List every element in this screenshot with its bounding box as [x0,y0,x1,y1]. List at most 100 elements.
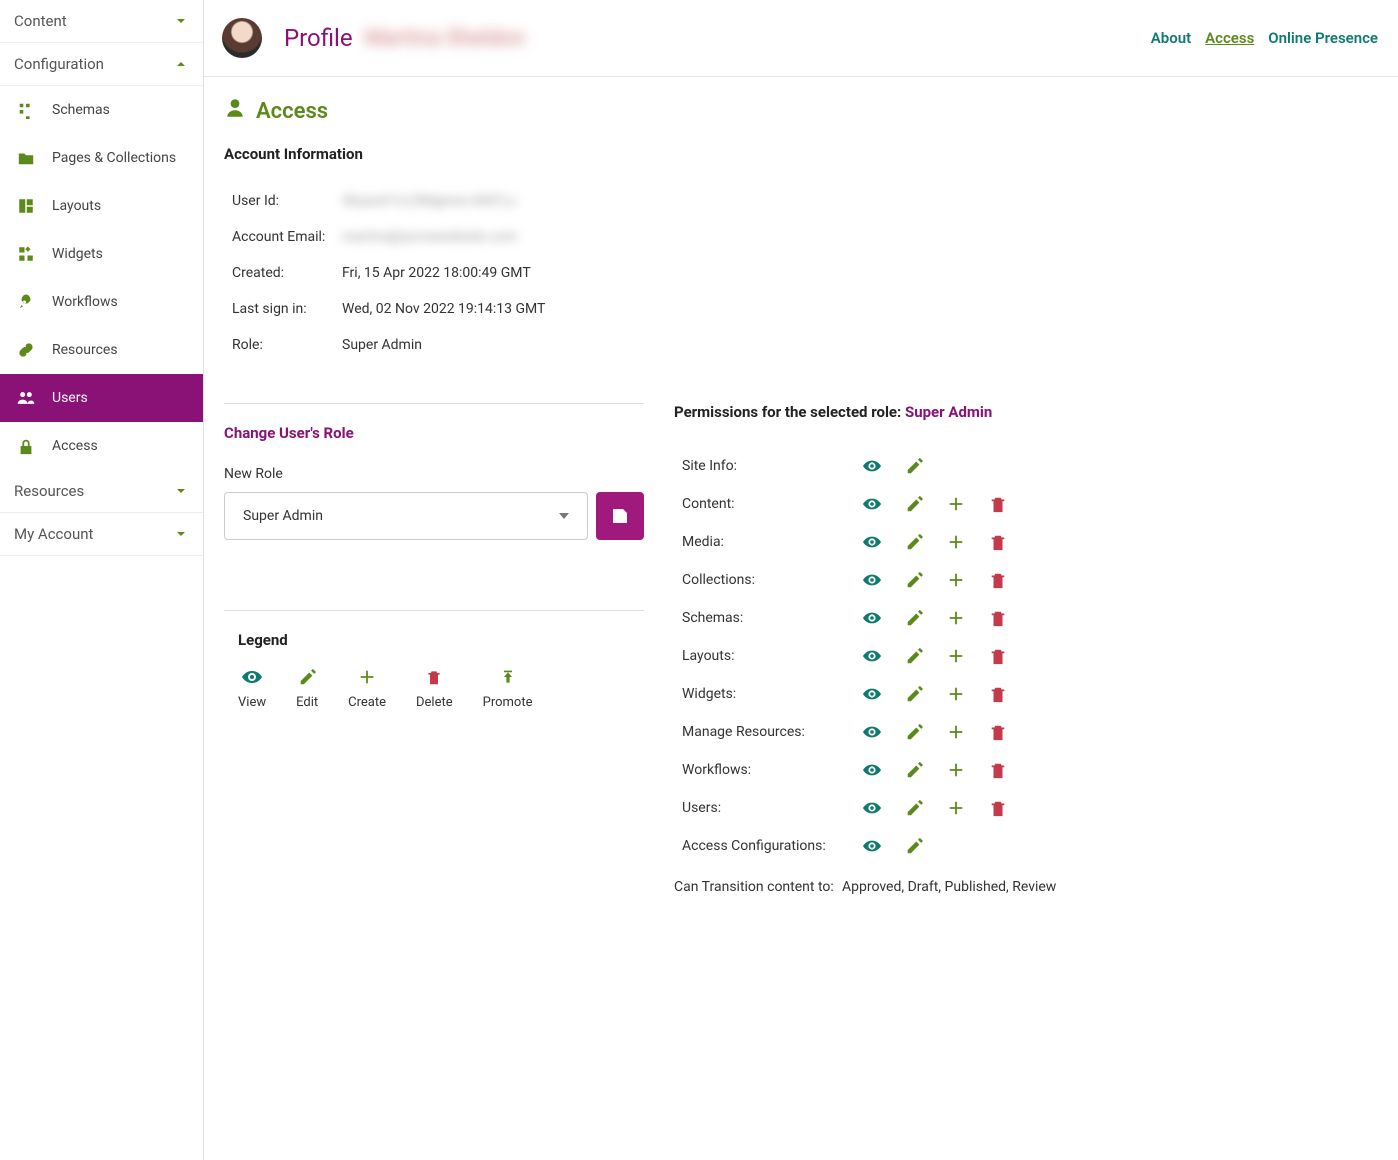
rocket-icon [14,292,38,312]
link-icon [14,340,38,360]
permission-icons [862,799,1008,817]
eye-icon [862,571,882,589]
transition-row: Can Transition content to: Approved, Dra… [674,879,1378,895]
permission-name: Users: [682,800,862,816]
permission-name: Schemas: [682,610,862,626]
trash-icon [988,723,1008,741]
plus-icon [946,761,966,779]
profile-name: Martina Sheldon [365,26,526,51]
sidebar-group-label: Configuration [14,55,104,73]
permission-icons [862,495,1008,513]
trash-icon [988,533,1008,551]
eye-icon [862,761,882,779]
pencil-icon [904,495,924,513]
sidebar-item-resources[interactable]: Resources [0,326,203,374]
eye-icon [862,799,882,817]
permission-icons [862,457,924,475]
new-role-label: New Role [224,466,644,482]
sidebar-group-label: Content [14,12,67,30]
info-key: User Id: [232,193,342,209]
tab-about[interactable]: About [1151,29,1191,47]
sidebar-item-users[interactable]: Users [0,374,203,422]
info-row-email: Account Email: martina@acmewebsite.com [232,219,1378,255]
trash-icon [988,609,1008,627]
page-title: Profile [284,24,353,52]
permission-row: Media: [682,523,1378,561]
dropdown-caret-icon [559,513,569,519]
sidebar-group-label: Resources [14,482,84,500]
sidebar-item-label: Pages & Collections [52,150,176,166]
info-key: Last sign in: [232,301,342,317]
person-icon [224,97,246,125]
sidebar-item-pages[interactable]: Pages & Collections [0,134,203,182]
legend-label: View [238,695,266,710]
info-row-role: Role: Super Admin [232,327,1378,363]
widget-icon [14,244,38,264]
plus-icon [946,609,966,627]
permission-name: Media: [682,534,862,550]
permission-row: Site Info: [682,447,1378,485]
schema-icon [14,100,38,120]
permission-name: Collections: [682,572,862,588]
permission-icons [862,837,924,855]
permission-icons [862,533,1008,551]
sidebar-group-content[interactable]: Content [0,0,203,43]
permission-icons [862,761,1008,779]
sidebar-group-myaccount[interactable]: My Account [0,513,203,556]
plus-icon [946,571,966,589]
info-value: Super Admin [342,337,422,353]
permission-name: Workflows: [682,762,862,778]
pencil-icon [904,571,924,589]
sidebar-item-widgets[interactable]: Widgets [0,230,203,278]
sidebar-item-access[interactable]: Access [0,422,203,470]
sidebar-group-configuration[interactable]: Configuration [0,43,203,86]
permission-row: Widgets: [682,675,1378,713]
plus-icon [946,723,966,741]
role-select[interactable]: Super Admin [224,492,588,540]
sidebar-item-layouts[interactable]: Layouts [0,182,203,230]
permission-row: Manage Resources: [682,713,1378,751]
divider [224,403,644,404]
tab-online-presence[interactable]: Online Presence [1268,29,1378,47]
save-role-button[interactable] [596,492,644,540]
permission-row: Access Configurations: [682,827,1378,865]
trash-icon [988,761,1008,779]
change-role-heading: Change User's Role [224,424,644,442]
permission-row: Schemas: [682,599,1378,637]
permission-name: Widgets: [682,686,862,702]
plus-icon [946,685,966,703]
section-title-text: Access [256,99,328,124]
eye-icon [862,457,882,475]
eye-icon [862,647,882,665]
permission-icons [862,571,1008,589]
sidebar-item-label: Layouts [52,198,101,214]
avatar [222,18,262,58]
eye-icon [242,667,262,687]
permission-icons [862,723,1008,741]
sidebar-group-resources[interactable]: Resources [0,470,203,513]
main-content: Profile Martina Sheldon About Access Onl… [204,0,1398,1160]
trash-icon [988,495,1008,513]
permissions-table: Site Info:Content: Media: Collections: Sche… [682,447,1378,865]
sidebar: Content Configuration Schemas Pages & Co… [0,0,204,1160]
info-value: martina@acmewebsite.com [342,229,517,245]
permission-row: Users: [682,789,1378,827]
permission-row: Collections: [682,561,1378,599]
pencil-icon [904,723,924,741]
sidebar-item-label: Widgets [52,246,103,262]
chevron-down-icon [173,13,189,29]
plus-icon [358,667,376,687]
plus-icon [946,799,966,817]
tab-access[interactable]: Access [1205,29,1254,47]
permission-row: Content: [682,485,1378,523]
sidebar-item-workflows[interactable]: Workflows [0,278,203,326]
info-value: Fri, 15 Apr 2022 18:00:49 GMT [342,265,531,281]
sidebar-item-label: Access [52,438,98,454]
transition-label: Can Transition content to: [674,879,842,895]
chevron-up-icon [173,56,189,72]
eye-icon [862,723,882,741]
sidebar-item-schemas[interactable]: Schemas [0,86,203,134]
permissions-role: Super Admin [905,403,992,421]
permission-icons [862,609,1008,627]
permissions-heading-text: Permissions for the selected role: [674,403,905,421]
